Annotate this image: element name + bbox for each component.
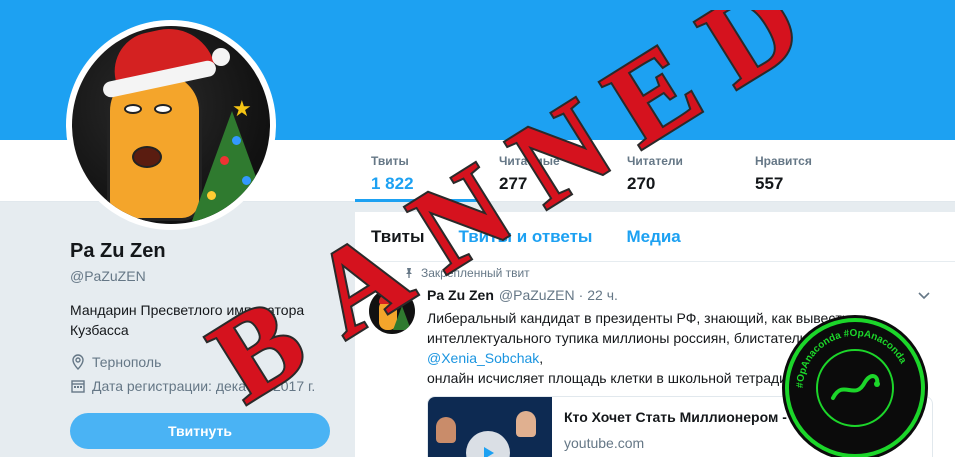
tweet-button[interactable]: Твитнуть	[70, 413, 330, 449]
tweet-mention-suffix: ,	[539, 350, 544, 366]
ornament	[220, 156, 229, 165]
pinned-text: Закрепленный твит	[421, 266, 530, 280]
mini-hat	[379, 294, 401, 304]
stat-following[interactable]: Читаемые 277	[483, 150, 611, 202]
pinned-tweet-label: Закрепленный твит	[403, 266, 530, 280]
op-anaconda-badge: #OpAnaconda #OpAnaconda	[785, 318, 925, 457]
profile-handle[interactable]: @PaZuZEN	[70, 268, 340, 284]
tweet-avatar[interactable]	[369, 288, 415, 334]
calendar-icon	[71, 380, 85, 393]
stat-value: 1 822	[371, 174, 414, 193]
santa-hat-pompom	[212, 48, 230, 66]
avatar-image: ★	[72, 26, 270, 224]
stat-tweets[interactable]: Твиты 1 822	[355, 150, 483, 202]
tweet-text-line2: онлайн исчисляет площадь клетки в школьн…	[427, 370, 787, 386]
stat-label: Читатели	[627, 154, 683, 168]
snake-logo-icon	[831, 374, 880, 400]
character-mouth	[132, 146, 162, 168]
tab-tweets[interactable]: Твиты	[371, 227, 424, 247]
ornament	[232, 136, 241, 145]
mini-tree	[393, 306, 411, 330]
video-thumbnail[interactable]	[428, 397, 552, 457]
character-eye	[154, 104, 172, 114]
tweet-separator: ·	[578, 287, 584, 303]
stat-value: 557	[755, 174, 784, 193]
stat-value: 270	[627, 174, 656, 193]
ornament	[207, 191, 216, 200]
stat-label: Твиты	[371, 154, 409, 168]
stat-label: Читаемые	[499, 154, 560, 168]
profile-avatar[interactable]: ★	[66, 20, 276, 230]
timeline-tabs: Твиты Твиты и ответы Медиа	[355, 212, 955, 262]
profile-info: Pa Zu Zen @PaZuZEN Мандарин Пресветлого …	[70, 240, 340, 394]
tweet-time[interactable]: 22 ч.	[587, 287, 618, 303]
pin-icon	[406, 268, 412, 278]
stat-followers[interactable]: Читатели 270	[611, 150, 739, 202]
thumbnail-person	[516, 411, 536, 437]
ornament	[242, 176, 251, 185]
tab-tweets-replies[interactable]: Твиты и ответы	[458, 227, 592, 247]
profile-bio: Мандарин Пресветлого императора Кузбасса	[70, 302, 305, 338]
thumbnail-person	[436, 417, 456, 443]
star-icon: ★	[232, 96, 252, 121]
stat-likes[interactable]: Нравится 557	[739, 150, 867, 202]
location-text: Тернополь	[92, 354, 162, 370]
profile-location: Тернополь	[70, 354, 340, 370]
chevron-down-icon[interactable]	[917, 288, 931, 302]
stat-value: 277	[499, 174, 528, 193]
profile-joined: Дата регистрации: декабрь 2017 г.	[70, 378, 340, 394]
location-pin-icon	[72, 354, 84, 370]
joined-text: Дата регистрации: декабрь 2017 г.	[92, 378, 316, 394]
tweet-mention[interactable]: @Xenia_Sobchak	[427, 350, 539, 366]
ornament	[252, 201, 261, 210]
stat-label: Нравится	[755, 154, 812, 168]
profile-name[interactable]: Pa Zu Zen	[70, 240, 340, 263]
tweet-header: Pa Zu Zen @PaZuZEN · 22 ч.	[427, 287, 618, 303]
profile-stats: Твиты 1 822 Читаемые 277 Читатели 270 Нр…	[355, 150, 867, 202]
tweet-author-handle[interactable]: @PaZuZEN	[499, 287, 575, 303]
play-icon[interactable]	[466, 431, 510, 457]
character-eye	[124, 104, 142, 114]
tab-media[interactable]: Медиа	[626, 227, 680, 247]
tweet-author-name[interactable]: Pa Zu Zen	[427, 287, 494, 303]
